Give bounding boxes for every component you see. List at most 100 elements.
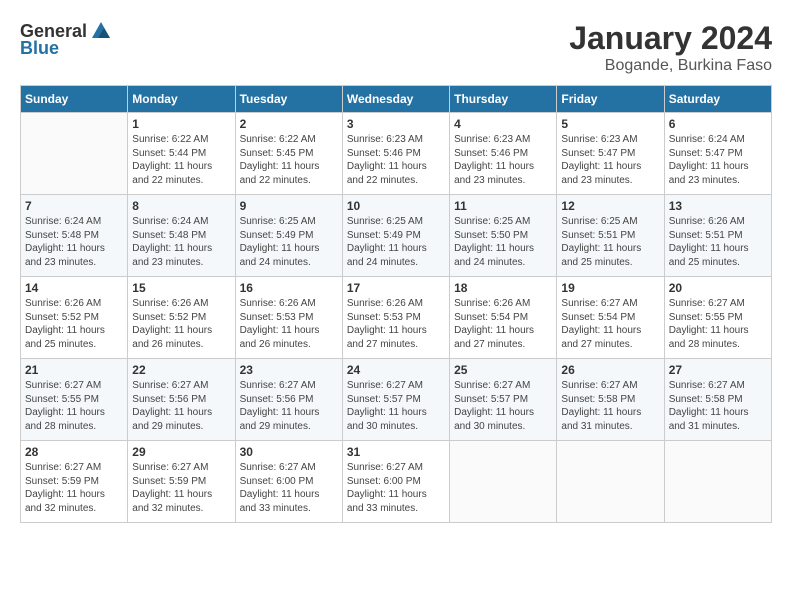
calendar-week-row: 1Sunrise: 6:22 AM Sunset: 5:44 PM Daylig… [21,113,772,195]
calendar-cell: 23 Sunrise: 6:27 AM Sunset: 5:56 PM Dayli… [235,359,342,441]
calendar-title: January 2024 [569,20,772,57]
day-number: 30 [240,445,338,459]
day-info: Sunrise: 6:24 AM Sunset: 5:48 PM Dayligh… [132,215,230,269]
weekday-header: Wednesday [342,86,449,113]
calendar-week-row: 28 Sunrise: 6:27 AM Sunset: 5:59 PM Dayli… [21,441,772,523]
day-info: Sunrise: 6:24 AM Sunset: 5:48 PM Dayligh… [25,215,123,269]
day-info: Sunrise: 6:26 AM Sunset: 5:53 PM Dayligh… [240,297,338,351]
weekday-header: Monday [128,86,235,113]
day-number: 15 [132,281,230,295]
calendar-cell [557,441,664,523]
day-info: Sunrise: 6:23 AM Sunset: 5:47 PM Dayligh… [561,133,659,187]
day-number: 21 [25,363,123,377]
day-info: Sunrise: 6:27 AM Sunset: 5:56 PM Dayligh… [240,379,338,433]
day-number: 25 [454,363,552,377]
calendar-cell: 31 Sunrise: 6:27 AM Sunset: 6:00 PM Dayli… [342,441,449,523]
weekday-header: Saturday [664,86,771,113]
calendar-cell: 30 Sunrise: 6:27 AM Sunset: 6:00 PM Dayli… [235,441,342,523]
day-number: 26 [561,363,659,377]
calendar-cell: 29 Sunrise: 6:27 AM Sunset: 5:59 PM Dayli… [128,441,235,523]
weekday-header: Friday [557,86,664,113]
day-info: Sunrise: 6:27 AM Sunset: 5:54 PM Dayligh… [561,297,659,351]
day-number: 9 [240,199,338,213]
day-number: 27 [669,363,767,377]
weekday-header: Thursday [450,86,557,113]
day-number: 5 [561,117,659,131]
day-number: 16 [240,281,338,295]
day-info: Sunrise: 6:25 AM Sunset: 5:49 PM Dayligh… [240,215,338,269]
day-info: Sunrise: 6:27 AM Sunset: 5:59 PM Dayligh… [132,461,230,515]
calendar-cell: 20 Sunrise: 6:27 AM Sunset: 5:55 PM Dayli… [664,277,771,359]
calendar-week-row: 14 Sunrise: 6:26 AM Sunset: 5:52 PM Dayli… [21,277,772,359]
calendar-cell: 22 Sunrise: 6:27 AM Sunset: 5:56 PM Dayli… [128,359,235,441]
calendar-page: General Blue January 2024 Bogande, Burki… [0,0,792,612]
day-number: 31 [347,445,445,459]
calendar-cell: 11 Sunrise: 6:25 AM Sunset: 5:50 PM Dayli… [450,195,557,277]
day-number: 11 [454,199,552,213]
calendar-cell [664,441,771,523]
logo-icon [90,20,112,42]
title-section: January 2024 Bogande, Burkina Faso [569,20,772,75]
day-number: 23 [240,363,338,377]
calendar-cell: 16 Sunrise: 6:26 AM Sunset: 5:53 PM Dayli… [235,277,342,359]
calendar-cell: 21Sunrise: 6:27 AM Sunset: 5:55 PM Dayli… [21,359,128,441]
day-info: Sunrise: 6:27 AM Sunset: 6:00 PM Dayligh… [240,461,338,515]
day-info: Sunrise: 6:22 AM Sunset: 5:45 PM Dayligh… [240,133,338,187]
calendar-cell: 19 Sunrise: 6:27 AM Sunset: 5:54 PM Dayli… [557,277,664,359]
calendar-cell: 14 Sunrise: 6:26 AM Sunset: 5:52 PM Dayli… [21,277,128,359]
day-number: 24 [347,363,445,377]
day-number: 13 [669,199,767,213]
calendar-cell: 25 Sunrise: 6:27 AM Sunset: 5:57 PM Dayli… [450,359,557,441]
calendar-cell: 4Sunrise: 6:23 AM Sunset: 5:46 PM Daylig… [450,113,557,195]
logo-blue: Blue [20,38,59,59]
day-number: 4 [454,117,552,131]
calendar-table: SundayMondayTuesdayWednesdayThursdayFrid… [20,85,772,523]
day-number: 7 [25,199,123,213]
day-number: 10 [347,199,445,213]
day-info: Sunrise: 6:26 AM Sunset: 5:54 PM Dayligh… [454,297,552,351]
page-header: General Blue January 2024 Bogande, Burki… [20,20,772,75]
day-number: 12 [561,199,659,213]
calendar-cell: 17 Sunrise: 6:26 AM Sunset: 5:53 PM Dayli… [342,277,449,359]
day-info: Sunrise: 6:27 AM Sunset: 5:57 PM Dayligh… [454,379,552,433]
day-info: Sunrise: 6:27 AM Sunset: 5:55 PM Dayligh… [669,297,767,351]
day-info: Sunrise: 6:27 AM Sunset: 5:58 PM Dayligh… [669,379,767,433]
day-number: 22 [132,363,230,377]
day-number: 3 [347,117,445,131]
day-number: 2 [240,117,338,131]
calendar-cell: 5 Sunrise: 6:23 AM Sunset: 5:47 PM Daylig… [557,113,664,195]
day-number: 19 [561,281,659,295]
day-info: Sunrise: 6:26 AM Sunset: 5:52 PM Dayligh… [132,297,230,351]
day-info: Sunrise: 6:25 AM Sunset: 5:50 PM Dayligh… [454,215,552,269]
calendar-cell: 24Sunrise: 6:27 AM Sunset: 5:57 PM Dayli… [342,359,449,441]
day-info: Sunrise: 6:26 AM Sunset: 5:53 PM Dayligh… [347,297,445,351]
calendar-cell: 28 Sunrise: 6:27 AM Sunset: 5:59 PM Dayli… [21,441,128,523]
calendar-cell: 13 Sunrise: 6:26 AM Sunset: 5:51 PM Dayli… [664,195,771,277]
day-number: 20 [669,281,767,295]
weekday-header: Sunday [21,86,128,113]
day-number: 6 [669,117,767,131]
day-number: 8 [132,199,230,213]
day-number: 18 [454,281,552,295]
day-info: Sunrise: 6:27 AM Sunset: 5:59 PM Dayligh… [25,461,123,515]
calendar-cell: 26Sunrise: 6:27 AM Sunset: 5:58 PM Dayli… [557,359,664,441]
weekday-header: Tuesday [235,86,342,113]
day-number: 29 [132,445,230,459]
day-info: Sunrise: 6:25 AM Sunset: 5:49 PM Dayligh… [347,215,445,269]
day-number: 14 [25,281,123,295]
day-number: 28 [25,445,123,459]
day-number: 17 [347,281,445,295]
calendar-week-row: 7 Sunrise: 6:24 AM Sunset: 5:48 PM Daylig… [21,195,772,277]
calendar-cell: 9 Sunrise: 6:25 AM Sunset: 5:49 PM Daylig… [235,195,342,277]
day-info: Sunrise: 6:26 AM Sunset: 5:51 PM Dayligh… [669,215,767,269]
calendar-cell: 12 Sunrise: 6:25 AM Sunset: 5:51 PM Dayli… [557,195,664,277]
calendar-cell [450,441,557,523]
calendar-cell: 10 Sunrise: 6:25 AM Sunset: 5:49 PM Dayli… [342,195,449,277]
day-info: Sunrise: 6:27 AM Sunset: 6:00 PM Dayligh… [347,461,445,515]
day-info: Sunrise: 6:24 AM Sunset: 5:47 PM Dayligh… [669,133,767,187]
day-info: Sunrise: 6:23 AM Sunset: 5:46 PM Dayligh… [347,133,445,187]
day-info: Sunrise: 6:26 AM Sunset: 5:52 PM Dayligh… [25,297,123,351]
day-info: Sunrise: 6:25 AM Sunset: 5:51 PM Dayligh… [561,215,659,269]
day-number: 1 [132,117,230,131]
day-info: Sunrise: 6:27 AM Sunset: 5:56 PM Dayligh… [132,379,230,433]
